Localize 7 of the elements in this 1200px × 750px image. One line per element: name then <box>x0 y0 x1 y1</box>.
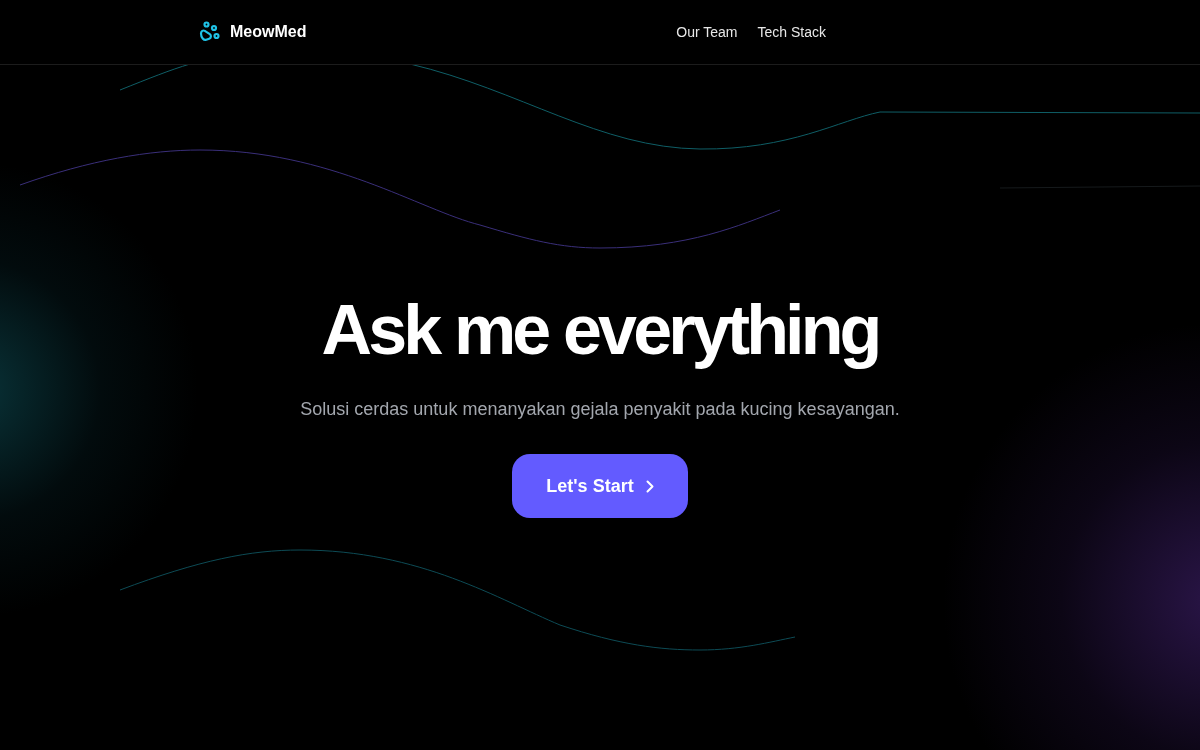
start-button[interactable]: Let's Start <box>512 454 688 518</box>
hero-subtitle: Solusi cerdas untuk menanyakan gejala penyakit pada kucing kesayangan. <box>300 398 900 421</box>
nav-link[interactable]: Tech Stack <box>757 21 826 43</box>
nav-link[interactable]: Our Team <box>676 21 738 43</box>
brand-name: MeowMed <box>230 22 307 42</box>
chevron-right-icon <box>645 479 654 493</box>
paw-icon <box>198 20 222 44</box>
